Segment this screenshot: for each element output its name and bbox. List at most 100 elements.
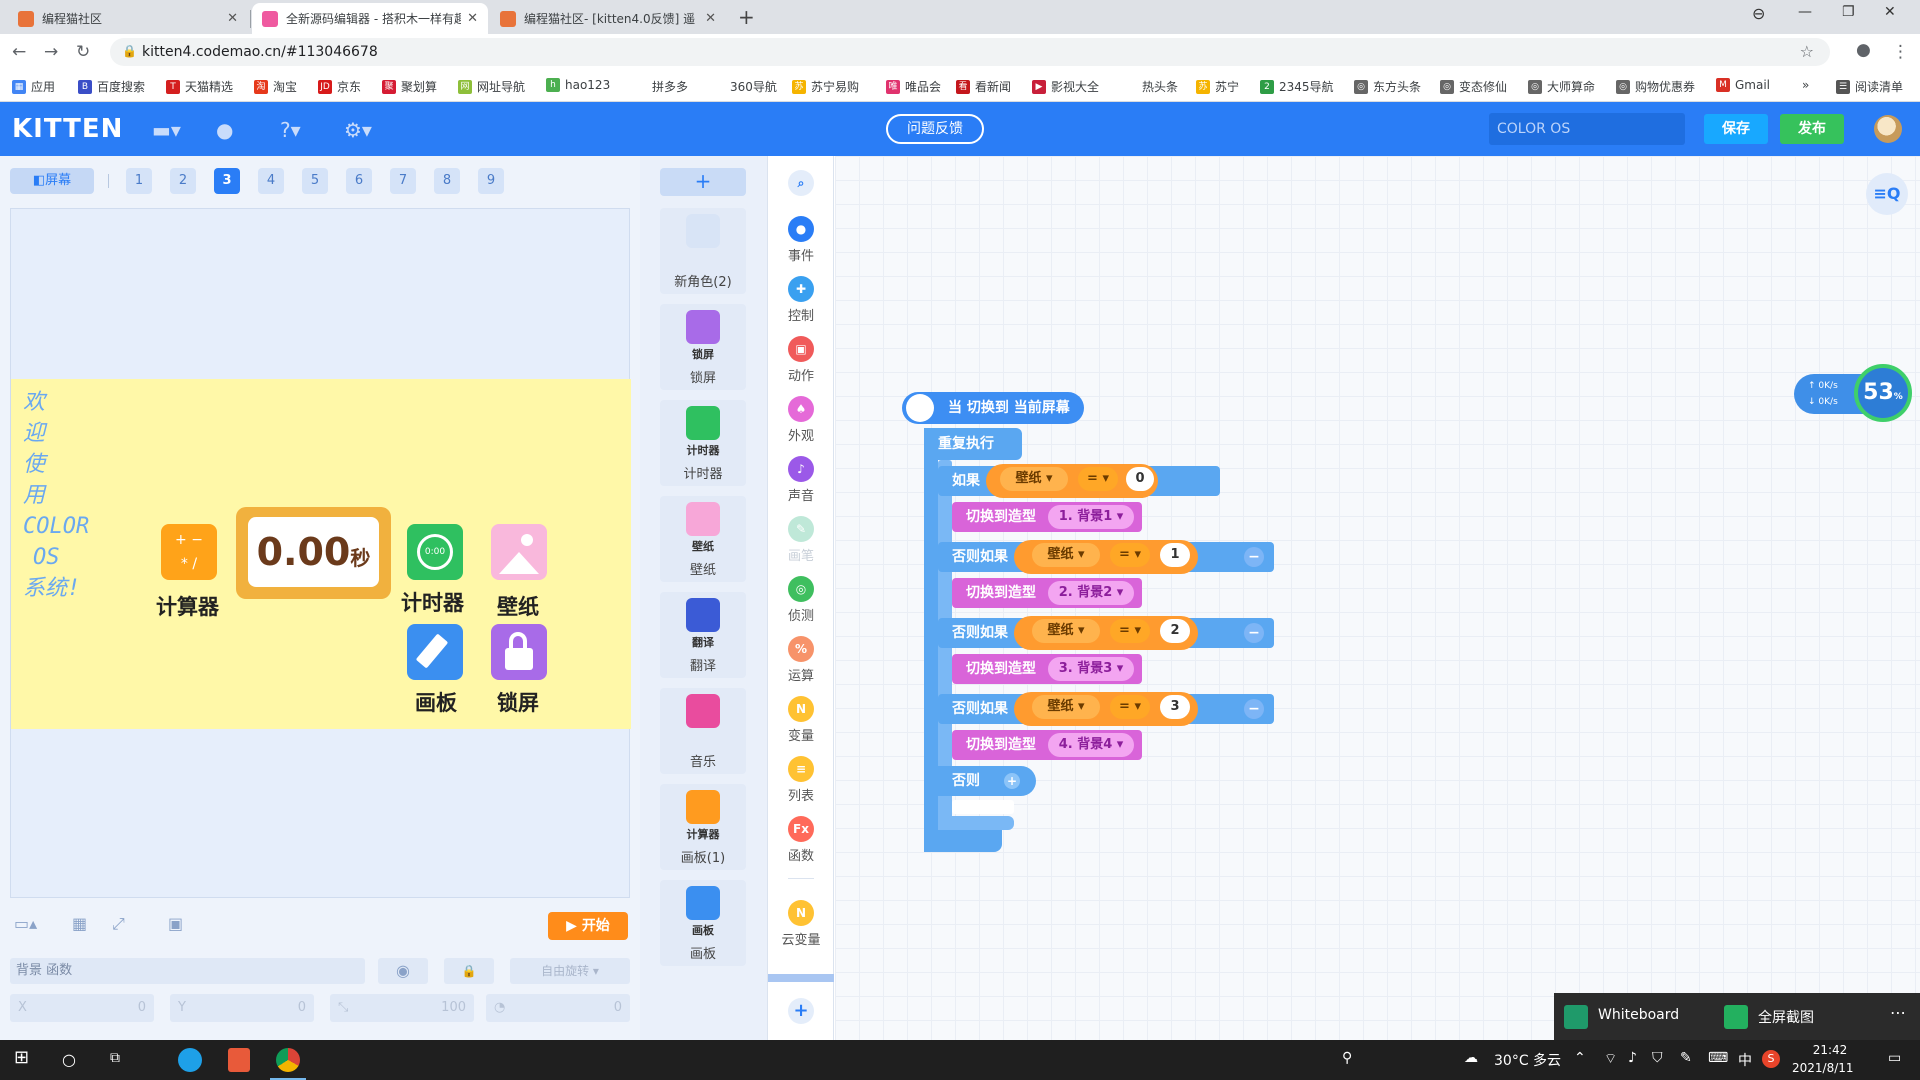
back-icon[interactable]: ← (12, 42, 26, 62)
feedback-button[interactable]: 问题反馈 (886, 114, 984, 144)
profile-menu-icon[interactable]: ⊖ (1752, 4, 1765, 23)
value-input[interactable]: 2 (1160, 619, 1190, 643)
else-if-block[interactable]: 否则如果 壁纸 ▾ = ▾ 3 − (938, 692, 1274, 726)
browser-tab[interactable]: 编程猫社区- [kitten4.0反馈] 遥 ✕ (490, 3, 726, 34)
else-if-block[interactable]: 否则如果 壁纸 ▾ = ▾ 2 − (938, 616, 1274, 650)
task-view-icon[interactable]: ⧉ (110, 1050, 120, 1066)
bookmark-item[interactable]: 360导航 (730, 78, 777, 95)
url-field[interactable]: 🔒 kitten4.codemao.cn/#113046678 ☆ (110, 38, 1830, 66)
bookmark-item[interactable]: ◎ 东方头条 (1354, 78, 1421, 95)
bookmark-apps[interactable]: ▦ 应用 (12, 78, 55, 95)
screenshot-app-label[interactable]: 全屏截图 (1758, 1007, 1814, 1027)
help-icon[interactable]: ?▾ (280, 118, 301, 142)
category-sensing[interactable]: ◎ 侦测 (768, 576, 834, 624)
new-tab-icon[interactable]: + (738, 5, 755, 29)
browser-tab[interactable]: 编程猫社区 ✕ (8, 3, 248, 34)
sprite-item[interactable]: 计时器 计时器 (660, 400, 746, 486)
person-icon[interactable]: ⚲ (1342, 1050, 1352, 1066)
bookmark-item[interactable]: 唯唯品会 (886, 78, 941, 95)
lock-sprite-icon[interactable]: 🔒 (444, 958, 494, 984)
costume-dropdown[interactable]: 1. 背景1 ▾ (1048, 505, 1134, 529)
sprite-item[interactable]: 翻译 翻译 (660, 592, 746, 678)
value-input[interactable]: 1 (1160, 543, 1190, 567)
bookmark-item[interactable]: 苏苏宁 (1196, 78, 1239, 95)
fullscreen-icon[interactable]: ⤢ (112, 914, 125, 934)
x-coordinate-field[interactable]: X0 (10, 994, 154, 1022)
remove-branch-icon[interactable]: − (1244, 623, 1264, 643)
bookmark-item[interactable]: 2 2345导航 (1260, 78, 1334, 95)
remove-branch-icon[interactable]: − (1244, 699, 1264, 719)
screen-page-1[interactable]: 1 (126, 168, 152, 194)
canvas-app-icon[interactable] (407, 624, 463, 680)
reading-list[interactable]: ☰ 阅读清单 (1836, 78, 1903, 95)
switch-costume-block[interactable]: 切换到造型 1. 背景1 ▾ (952, 502, 1142, 532)
bookmark-item[interactable]: ◎ 购物优惠券 (1616, 78, 1695, 95)
notifications-icon[interactable]: ▭ (1888, 1050, 1901, 1066)
bookmark-item[interactable]: JD 京东 (318, 78, 361, 95)
project-name-input[interactable]: COLOR OS (1489, 113, 1685, 145)
screen-page-6[interactable]: 6 (346, 168, 372, 194)
screen-page-3[interactable]: 3 (214, 168, 240, 194)
close-tab-icon[interactable]: ✕ (705, 11, 716, 26)
close-window-icon[interactable]: ✕ (1884, 4, 1896, 20)
category-cloud-variables[interactable]: N 云变量 (768, 900, 834, 948)
browser-menu-icon[interactable]: ⋮ (1892, 42, 1909, 62)
costume-dropdown[interactable]: 3. 背景3 ▾ (1048, 657, 1134, 681)
category-sound[interactable]: ♪ 声音 (768, 456, 834, 504)
screen-list-button[interactable]: ◧屏幕 (10, 168, 94, 194)
clock-date[interactable]: 2021/8/11 (1792, 1061, 1854, 1075)
remove-branch-icon[interactable]: − (1244, 547, 1264, 567)
operator-dropdown[interactable]: = ▾ (1110, 543, 1150, 567)
folder-icon[interactable]: ▬▾ (152, 118, 181, 142)
bookmarks-overflow[interactable]: » (1802, 78, 1809, 92)
network-icon[interactable]: ⌔ (1604, 1050, 1617, 1068)
category-pen[interactable]: ✎ 画笔 (768, 516, 834, 564)
visibility-eye-icon[interactable]: ◉ (378, 958, 428, 984)
event-hat-block[interactable]: 当 切换到 当前屏幕 (902, 392, 1084, 424)
windows-start-icon[interactable]: ⊞ (14, 1047, 29, 1068)
more-options-icon[interactable]: ⋯ (1890, 1003, 1906, 1022)
bookmark-item[interactable]: 拼多多 (652, 78, 688, 95)
bookmark-item[interactable]: M Gmail (1716, 78, 1770, 92)
weather-text[interactable]: 30°C 多云 (1494, 1050, 1561, 1070)
screen-page-4[interactable]: 4 (258, 168, 284, 194)
screen-page-7[interactable]: 7 (390, 168, 416, 194)
bookmark-item[interactable]: 看看新闻 (956, 78, 1011, 95)
ime-indicator[interactable]: 中 (1738, 1050, 1752, 1070)
bookmark-item[interactable]: ◎ 大师算命 (1528, 78, 1595, 95)
edge-browser-icon[interactable] (178, 1048, 202, 1072)
category-operators[interactable]: % 运算 (768, 636, 834, 684)
variable-dropdown[interactable]: 壁纸 ▾ (1032, 695, 1100, 719)
add-extension-button[interactable]: + (768, 998, 834, 1024)
settings-gear-icon[interactable]: ⚙▾ (344, 118, 372, 142)
category-lists[interactable]: ≡ 列表 (768, 756, 834, 804)
sprite-item[interactable]: 音乐 (660, 688, 746, 774)
restore-icon[interactable]: ❐ (1842, 4, 1855, 20)
sprite-item[interactable]: 壁纸 壁纸 (660, 496, 746, 582)
bookmark-star-icon[interactable]: ☆ (1800, 42, 1814, 61)
direction-field[interactable]: ◔ 0 (486, 994, 630, 1022)
category-functions[interactable]: Fx 函数 (768, 816, 834, 864)
switch-costume-block[interactable]: 切换到造型 4. 背景4 ▾ (952, 730, 1142, 760)
stage-size-icon[interactable]: ▭▴ (14, 914, 37, 933)
sprite-item[interactable]: 新角色(2) (660, 208, 746, 294)
screen-page-9[interactable]: 9 (478, 168, 504, 194)
else-if-block[interactable]: 否则如果 壁纸 ▾ = ▾ 1 − (938, 540, 1274, 574)
rotation-mode-select[interactable]: 自由旋转 ▾ (510, 958, 630, 984)
switch-costume-block[interactable]: 切换到造型 3. 背景3 ▾ (952, 654, 1142, 684)
forward-icon[interactable]: → (44, 42, 58, 62)
close-tab-icon[interactable]: ✕ (227, 11, 238, 26)
block-list-icon[interactable]: ≡Q (1866, 173, 1908, 215)
value-input[interactable]: 0 (1126, 467, 1154, 491)
bookmark-item[interactable]: 苏苏宁易购 (792, 78, 859, 95)
save-button[interactable]: 保存 (1704, 114, 1768, 144)
pen-icon[interactable]: ✎ (1680, 1050, 1692, 1066)
memory-usage-gauge[interactable]: 53% (1854, 364, 1912, 422)
grid-icon[interactable]: ▦ (72, 914, 87, 933)
bookmark-item[interactable]: ◎ 变态修仙 (1440, 78, 1507, 95)
chrome-browser-icon[interactable] (276, 1048, 300, 1072)
variable-dropdown[interactable]: 壁纸 ▾ (1000, 467, 1068, 491)
close-tab-icon[interactable]: ✕ (467, 11, 478, 26)
variable-dropdown[interactable]: 壁纸 ▾ (1032, 543, 1100, 567)
costume-dropdown[interactable]: 4. 背景4 ▾ (1048, 733, 1134, 757)
